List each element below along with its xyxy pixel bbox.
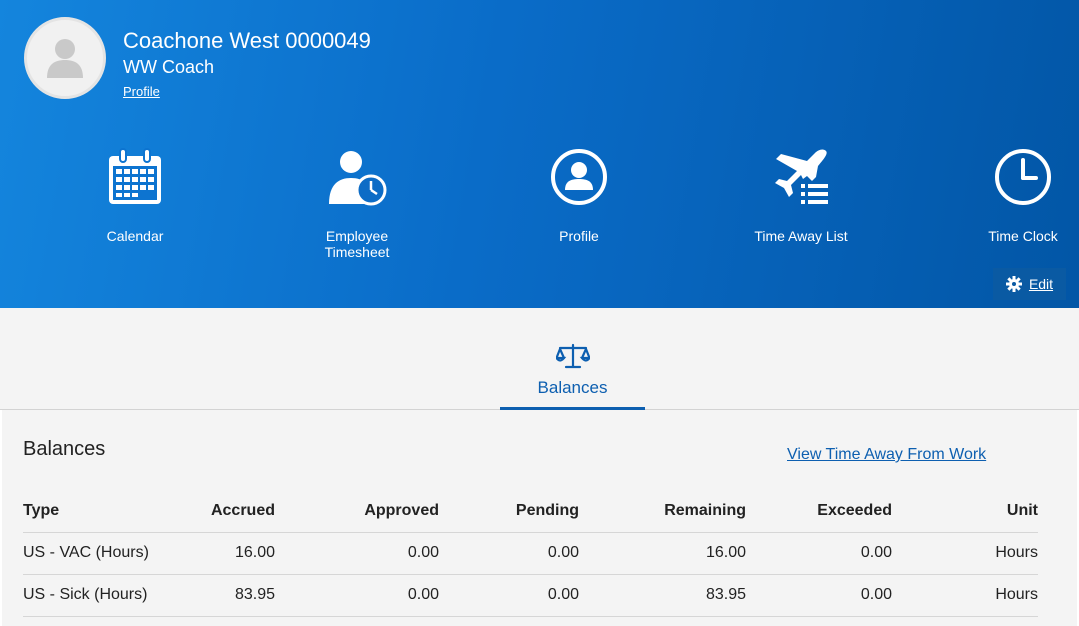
tile-calendar-label: Calendar (106, 228, 164, 244)
gear-icon (1005, 276, 1022, 292)
tile-time-away-list-label: Time Away List (754, 228, 848, 244)
column-header-type: Type (23, 490, 163, 533)
table-row: US - Sick (Hours) 83.95 0.00 0.00 83.95 … (23, 574, 1038, 617)
cell-type: US - Sick (Hours) (23, 574, 163, 617)
cell-remaining: 16.00 (579, 532, 746, 575)
table-header-row: Type Accrued Approved Pending Remaining … (23, 490, 1038, 533)
clock-icon (995, 149, 1051, 205)
tile-employee-timesheet[interactable]: Employee Timesheet (272, 148, 442, 260)
tile-profile[interactable]: Profile (494, 148, 664, 244)
user-role: WW Coach (123, 57, 215, 77)
balances-table: Type Accrued Approved Pending Remaining … (23, 490, 1038, 617)
cell-type: US - VAC (Hours) (23, 532, 163, 575)
tab-balances[interactable]: Balances (500, 340, 645, 410)
tile-time-away-list[interactable]: Time Away List (716, 148, 886, 244)
profile-icon (551, 149, 607, 205)
tile-profile-label: Profile (559, 228, 599, 244)
scales-icon (555, 343, 590, 369)
column-header-approved: Approved (275, 490, 439, 533)
view-time-away-link[interactable]: View Time Away From Work (787, 446, 986, 464)
edit-label: Edit (1028, 276, 1054, 292)
employee-timesheet-icon (329, 151, 387, 206)
user-name: Coachone West 0000049 (123, 28, 371, 53)
column-header-accrued: Accrued (163, 490, 275, 533)
calendar-icon (109, 148, 161, 204)
user-silhouette-icon (47, 39, 83, 78)
cell-unit: Hours (892, 574, 1038, 617)
tile-calendar[interactable]: Calendar (50, 148, 220, 244)
tab-balances-label: Balances (537, 378, 608, 397)
column-header-exceeded: Exceeded (746, 490, 892, 533)
cell-pending: 0.00 (439, 532, 579, 575)
balances-section: Balances View Time Away From Work Type A… (2, 410, 1077, 626)
cell-accrued: 16.00 (163, 532, 275, 575)
header-banner: Coachone West 0000049 WW Coach Profile C… (0, 0, 1079, 308)
avatar (24, 17, 106, 99)
cell-accrued: 83.95 (163, 574, 275, 617)
cell-pending: 0.00 (439, 574, 579, 617)
edit-button[interactable]: Edit (993, 268, 1066, 300)
column-header-remaining: Remaining (579, 490, 746, 533)
cell-unit: Hours (892, 532, 1038, 575)
section-title: Balances (23, 438, 106, 460)
tile-time-clock[interactable]: Time Clock (938, 148, 1079, 244)
cell-approved: 0.00 (275, 532, 439, 575)
profile-link[interactable]: Profile (123, 84, 160, 99)
cell-exceeded: 0.00 (746, 574, 892, 617)
column-header-pending: Pending (439, 490, 579, 533)
tab-bar: Balances (0, 308, 1079, 410)
airplane-list-icon (775, 149, 828, 204)
tile-employee-timesheet-label: Employee Timesheet (324, 228, 390, 260)
column-header-unit: Unit (892, 490, 1038, 533)
cell-remaining: 83.95 (579, 574, 746, 617)
cell-exceeded: 0.00 (746, 532, 892, 575)
table-row: US - VAC (Hours) 16.00 0.00 0.00 16.00 0… (23, 532, 1038, 575)
cell-approved: 0.00 (275, 574, 439, 617)
tile-time-clock-label: Time Clock (988, 228, 1058, 244)
